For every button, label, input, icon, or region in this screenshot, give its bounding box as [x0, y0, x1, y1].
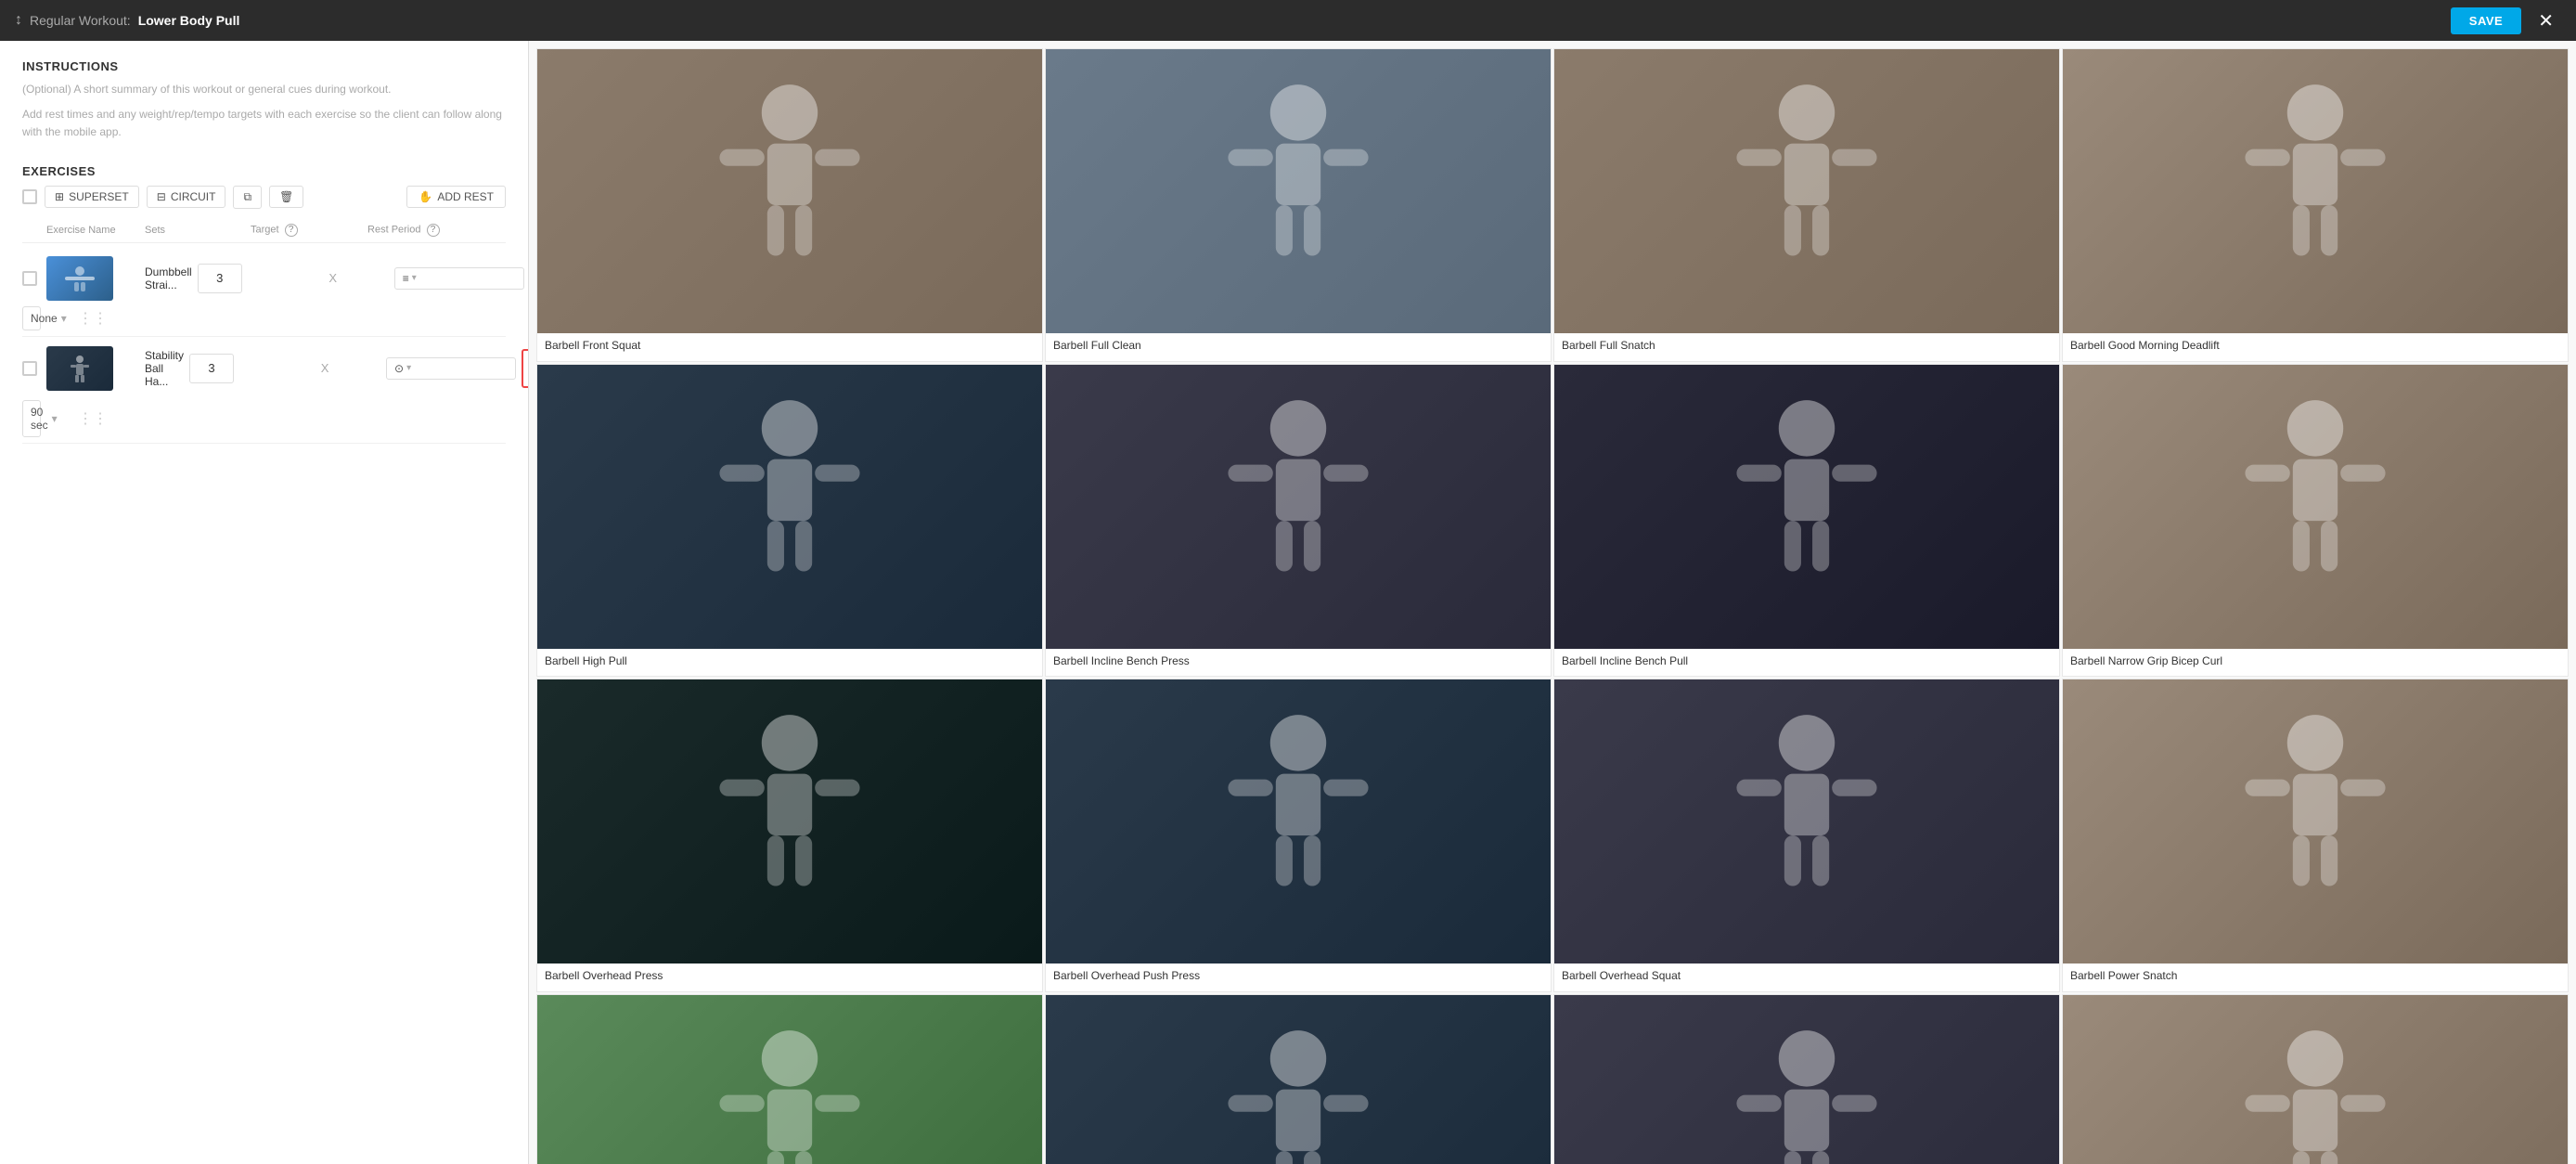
exercise-grid: Barbell Front Squat Barbell Full Clean B…: [536, 48, 2569, 1164]
add-rest-label: ADD REST: [437, 190, 494, 203]
top-bar-right: SAVE ✕: [2451, 6, 2561, 36]
row2-rest-value: 90 sec: [31, 406, 48, 432]
workout-icon: ↕: [15, 12, 22, 29]
instructions-block: INSTRUCTIONS (Optional) A short summary …: [22, 59, 506, 142]
exercise-card-label: Barbell Overhead Push Press: [1046, 964, 1551, 991]
col-target: Target ?: [251, 224, 362, 237]
exercise-card-label: Barbell Overhead Squat: [1554, 964, 2059, 991]
exercise-card[interactable]: Barbell Power Snatch: [2062, 679, 2569, 992]
right-panel: Barbell Front Squat Barbell Full Clean B…: [529, 41, 2576, 1164]
trash-icon: 🗑: [279, 190, 293, 203]
col-rest-period: Rest Period ?: [367, 224, 497, 237]
main-layout: INSTRUCTIONS (Optional) A short summary …: [0, 41, 2576, 1164]
delete-button[interactable]: 🗑: [269, 186, 303, 208]
exercise-card-label: Barbell Incline Bench Press: [1046, 649, 1551, 677]
row2-thumbnail: [46, 346, 113, 391]
exercise-card[interactable]: Barbell Overhead Squat: [1553, 679, 2060, 992]
instructions-title: INSTRUCTIONS: [22, 59, 506, 73]
row2-sets-input[interactable]: [189, 354, 234, 383]
row2-x-separator: X: [269, 361, 380, 375]
exercise-card[interactable]: Barbell Rear Delt...: [1045, 994, 1552, 1164]
row2-target-time[interactable]: 45 sec ▾: [522, 349, 529, 388]
col-exercise-name: Exercise Name: [46, 225, 139, 236]
row1-thumbnail: [46, 256, 113, 301]
chevron-down-icon-2: ▾: [406, 363, 411, 373]
workout-name: Lower Body Pull: [138, 13, 240, 28]
circuit-label: CIRCUIT: [171, 190, 216, 203]
exercise-card-label: Barbell Full Clean: [1046, 333, 1551, 361]
exercise-card[interactable]: Barbell Overhead Push Press: [1045, 679, 1552, 992]
exercise-card[interactable]: Barbell Front Squat: [536, 48, 1043, 362]
row1-target-type-select[interactable]: ≡ ▾: [394, 267, 524, 290]
row2-rest-select[interactable]: 90 sec ▾: [22, 400, 41, 437]
exercises-title: EXERCISES: [22, 164, 506, 178]
workout-type-label: Regular Workout:: [30, 13, 131, 28]
exercise-card[interactable]: Barbell Overhead Press: [536, 679, 1043, 992]
row1-sets-input[interactable]: [198, 264, 242, 293]
exercises-toolbar: ⊞ SUPERSET ⊟ CIRCUIT ⧉ 🗑 ✋ ADD REST: [22, 186, 506, 209]
exercise-card-label: Barbell Power Snatch: [2063, 964, 2568, 991]
instructions-placeholder-1: (Optional) A short summary of this worko…: [22, 81, 506, 98]
exercise-card-label: Barbell Front Squat: [537, 333, 1042, 361]
row1-exercise-name: Dumbbell Strai...: [145, 265, 192, 291]
circuit-icon: ⊟: [157, 190, 166, 203]
chevron-down-icon: ▾: [412, 273, 417, 283]
add-rest-button[interactable]: ✋ ADD REST: [406, 186, 506, 208]
exercise-card-label: Barbell Good Morning Deadlift: [2063, 333, 2568, 361]
instructions-placeholder-2: Add rest times and any weight/rep/tempo …: [22, 106, 506, 141]
copy-icon: ⧉: [243, 190, 251, 204]
col-sets: Sets: [145, 225, 165, 236]
exercise-table-header: Exercise Name Sets Target ? Rest Period …: [22, 220, 506, 243]
copy-button[interactable]: ⧉: [233, 186, 262, 209]
exercise-card-label: Barbell Full Snatch: [1554, 333, 2059, 361]
row1-rest-select[interactable]: None ▾: [22, 306, 41, 330]
row1-checkbox[interactable]: [22, 271, 37, 286]
top-bar-left: ↕ Regular Workout: Lower Body Pull: [15, 12, 239, 29]
exercise-card[interactable]: Barbell High Pull: [536, 364, 1043, 678]
exercise-card-label: Barbell Incline Bench Pull: [1554, 649, 2059, 677]
row2-target-type-select[interactable]: ⊙ ▾: [386, 357, 516, 380]
row2-checkbox[interactable]: [22, 361, 37, 376]
hand-icon: ✋: [419, 190, 432, 203]
rest-info-icon: ?: [427, 224, 440, 237]
table-row: Stability Ball Ha... X ⊙ ▾ 45 sec ▾ slow…: [22, 337, 506, 444]
align-icon: ≡: [403, 272, 409, 285]
exercise-card[interactable]: Barbell Rear Shrug: [1553, 994, 2060, 1164]
superset-label: SUPERSET: [69, 190, 129, 203]
exercise-card[interactable]: Barbell Reverse...: [2062, 994, 2569, 1164]
save-button[interactable]: SAVE: [2451, 7, 2521, 34]
superset-button[interactable]: ⊞ SUPERSET: [45, 186, 139, 208]
row1-x-separator: X: [277, 271, 389, 285]
superset-icon: ⊞: [55, 190, 64, 203]
table-row: Dumbbell Strai... X ≡ ▾ 12 reps/15 lbs, …: [22, 251, 506, 337]
exercise-card-label: Barbell Narrow Grip Bicep Curl: [2063, 649, 2568, 677]
row2-exercise-name: Stability Ball Ha...: [145, 349, 184, 388]
row2-drag-handle[interactable]: ⋮⋮: [46, 409, 139, 428]
exercise-card[interactable]: Barbell Incline Bench Press: [1045, 364, 1552, 678]
exercise-card[interactable]: Barbell Narrow Grip Bicep Curl: [2062, 364, 2569, 678]
target-info-icon: ?: [285, 224, 298, 237]
row1-drag-handle[interactable]: ⋮⋮: [46, 309, 139, 328]
top-bar: ↕ Regular Workout: Lower Body Pull SAVE …: [0, 0, 2576, 41]
timer-icon: ⊙: [394, 362, 404, 375]
exercise-card[interactable]: Barbell Full Snatch: [1553, 48, 2060, 362]
circuit-button[interactable]: ⊟ CIRCUIT: [147, 186, 226, 208]
exercise-card[interactable]: Barbell Good Morning Deadlift: [2062, 48, 2569, 362]
row2-target-wrapper: 45 sec ▾ slow on the: [522, 343, 529, 394]
select-all-checkbox[interactable]: [22, 189, 37, 204]
exercise-card[interactable]: Barbell Full Clean: [1045, 48, 1552, 362]
close-button[interactable]: ✕: [2531, 6, 2561, 36]
exercise-card[interactable]: Barbell Incline Bench Pull: [1553, 364, 2060, 678]
exercise-card[interactable]: Barbell Preacher...: [536, 994, 1043, 1164]
left-panel: INSTRUCTIONS (Optional) A short summary …: [0, 41, 529, 1164]
exercise-card-label: Barbell High Pull: [537, 649, 1042, 677]
exercise-card-label: Barbell Overhead Press: [537, 964, 1042, 991]
exercises-section: EXERCISES ⊞ SUPERSET ⊟ CIRCUIT ⧉ 🗑: [22, 164, 506, 444]
